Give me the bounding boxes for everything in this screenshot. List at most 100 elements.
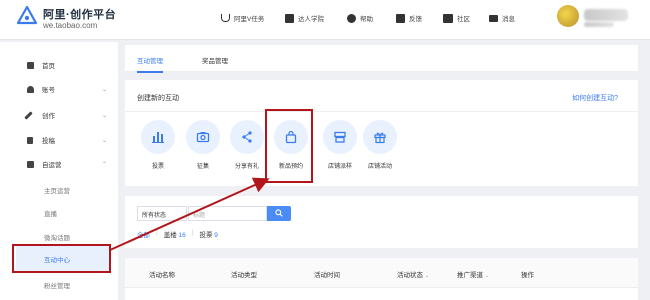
document-icon [27,136,33,144]
v-task-icon [221,14,230,22]
logo-title: 阿里·创作平台 [43,9,117,21]
sidebar-sub-homepage-ops[interactable]: 主页运营 [44,185,70,195]
col-label: 推广渠道 [457,272,483,279]
logo-url: we.taobao.com [43,21,98,30]
activity-label: 征集 [196,164,209,170]
sidebar-item-label: 投稿 [42,138,55,145]
divider: | [191,229,194,236]
top-header: 阿里·创作平台 we.taobao.com 阿里V任务 达人学院 帮助 反馈 社… [0,0,650,40]
type-tab-building[interactable]: 盖楼 16 [164,229,186,239]
community-icon [443,13,453,23]
active-tab-indicator [137,71,163,73]
sidebar-item-label: 账号 [42,87,55,94]
divider: | [156,229,158,236]
type-tab-count: 9 [214,232,218,239]
sidebar-sub-live[interactable]: 直播 [44,208,57,218]
help-icon [347,13,356,23]
sidebar-item-create[interactable]: 创作 ⌄ [0,106,118,124]
activity-store-event[interactable]: 店铺活动 [358,120,402,170]
sort-icon: ⌄ [484,273,490,279]
chevron-down-icon: ⌄ [102,86,108,93]
nav-academy[interactable]: 达人学院 [285,12,324,24]
home-icon [27,61,34,69]
tab-prize-management[interactable]: 奖品管理 [202,55,228,65]
mail-icon [489,14,498,22]
academy-icon [285,13,294,23]
create-interaction-card: 创建新的互动 如何创建互动? 投票 征集 分享有礼 新品预约 店铺派样 店铺活动 [125,80,638,186]
nav-label: 阿里V任务 [234,16,265,23]
card-title: 创建新的互动 [137,95,179,102]
activity-collect[interactable]: 征集 [181,120,225,170]
logo-icon[interactable] [16,5,38,27]
username-blurred[interactable] [584,9,628,21]
sidebar-sub-label: 互动中心 [44,257,70,264]
type-tab-label: 全部 [137,232,150,239]
gift-icon [363,120,397,154]
feedback-icon [396,13,405,23]
col-promo-channel[interactable]: 推广渠道 ⌄ [457,269,489,279]
tab-interaction-management[interactable]: 互动管理 [137,55,163,65]
type-tab-vote[interactable]: 投票 9 [199,229,217,239]
nav-v-task[interactable]: 阿里V任务 [221,12,264,24]
activity-label: 投票 [151,164,164,170]
divider [125,111,638,112]
col-label: 活动状态 [397,272,423,279]
activity-label: 分享有礼 [234,164,259,170]
sidebar-item-account[interactable]: 账号 ⌄ [0,80,118,98]
nav-label: 帮助 [360,16,373,23]
activity-vote[interactable]: 投票 [136,120,180,170]
activity-label: 店铺派样 [327,164,352,170]
store-icon [323,120,357,154]
nav-messages[interactable]: 消息 [489,12,515,24]
bar-chart-icon [141,120,175,154]
chevron-up-icon: ⌃ [102,161,108,168]
type-tab-all[interactable]: 全部 [137,229,150,239]
activity-label: 店铺活动 [367,164,392,170]
sidebar-item-home[interactable]: 首页 [0,56,118,74]
activity-label: 新品预约 [278,164,303,170]
user-meta-blurred [584,22,614,27]
nav-help[interactable]: 帮助 [347,12,373,24]
nav-label: 反馈 [409,16,422,23]
sidebar-sub-fans[interactable]: 粉丝管理 [44,280,70,290]
activity-new-product-reserve[interactable]: 新品预约 [269,120,313,170]
shopping-bag-icon [274,120,308,154]
chevron-down-icon: ⌄ [102,112,108,119]
share-icon [230,120,264,154]
nav-label: 社区 [457,16,470,23]
nav-feedback[interactable]: 反馈 [396,12,422,24]
sidebar-item-label: 自运营 [42,162,62,169]
camera-icon [186,120,220,154]
type-filter-tabs: 全部 | 盖楼 16 | 投票 9 [137,229,218,239]
sidebar-sub-interaction-center[interactable]: 互动中心 [16,246,110,271]
search-button[interactable] [267,206,291,221]
pen-icon [24,110,33,120]
avatar[interactable] [557,5,579,27]
sidebar-item-self-operation[interactable]: 自运营 ⌃ [0,155,118,173]
how-to-create-link[interactable]: 如何创建互动? [572,93,618,103]
briefcase-icon [27,160,34,168]
search-icon [275,209,283,217]
col-activity-status[interactable]: 活动状态 ⌄ [397,269,429,279]
activity-store-sample[interactable]: 店铺派样 [318,120,362,170]
user-icon [27,85,34,93]
sidebar: 首页 账号 ⌄ 创作 ⌄ 投稿 ⌄ 自运营 ⌃ 主页运营 直播 微淘话题 互动中… [0,42,118,300]
nav-community[interactable]: 社区 [443,12,470,24]
col-actions: 操作 [521,272,534,279]
sidebar-item-label: 创作 [42,113,55,120]
type-tab-count: 16 [178,232,186,239]
nav-label: 消息 [502,16,515,23]
type-tab-label: 盖楼 [163,232,177,239]
col-activity-type: 活动类型 [231,272,257,279]
chevron-down-icon: ⌄ [102,137,108,144]
activity-table: 活动名称 活动类型 活动时间 活动状态 ⌄ 推广渠道 ⌄ 操作 [125,258,638,300]
title-search-input[interactable]: 标题 [188,206,267,221]
status-select[interactable]: 所有状态 [137,206,187,221]
nav-label: 达人学院 [298,16,324,23]
sidebar-item-submit[interactable]: 投稿 ⌄ [0,131,118,149]
col-activity-time: 活动时间 [314,272,340,279]
activity-share-gift[interactable]: 分享有礼 [225,120,269,170]
table-header-row: 活动名称 活动类型 活动时间 活动状态 ⌄ 推广渠道 ⌄ 操作 [125,258,638,288]
sidebar-sub-topics[interactable]: 微淘话题 [44,232,70,242]
tab-bar: 互动管理 奖品管理 [125,45,638,72]
